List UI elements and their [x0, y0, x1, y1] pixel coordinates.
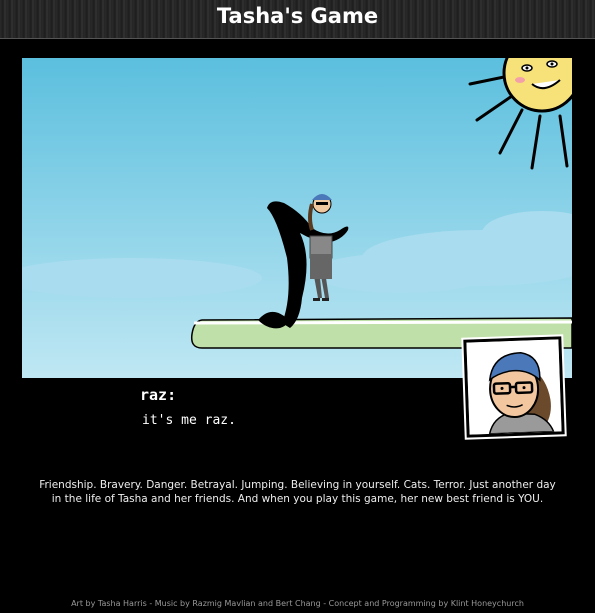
dialog-speaker-name: raz:	[140, 386, 177, 404]
game-description: Friendship. Bravery. Danger. Betrayal. J…	[0, 478, 595, 506]
dialog-text: it's me raz.	[142, 413, 236, 428]
game-canvas[interactable]	[22, 58, 572, 378]
game-page: Tasha's Game raz: it's me raz. Friendshi…	[0, 0, 595, 613]
credits-text: Art by Tasha Harris - Music by Razmig Ma…	[71, 599, 524, 608]
page-header: Tasha's Game	[0, 0, 595, 39]
description-line-2: in the life of Tasha and her friends. An…	[51, 493, 544, 505]
game-scene	[22, 58, 572, 378]
page-title: Tasha's Game	[216, 4, 379, 28]
speaker-portrait	[463, 336, 565, 438]
raz-avatar	[466, 339, 562, 435]
description-line-1: Friendship. Bravery. Danger. Betrayal. J…	[39, 479, 556, 491]
